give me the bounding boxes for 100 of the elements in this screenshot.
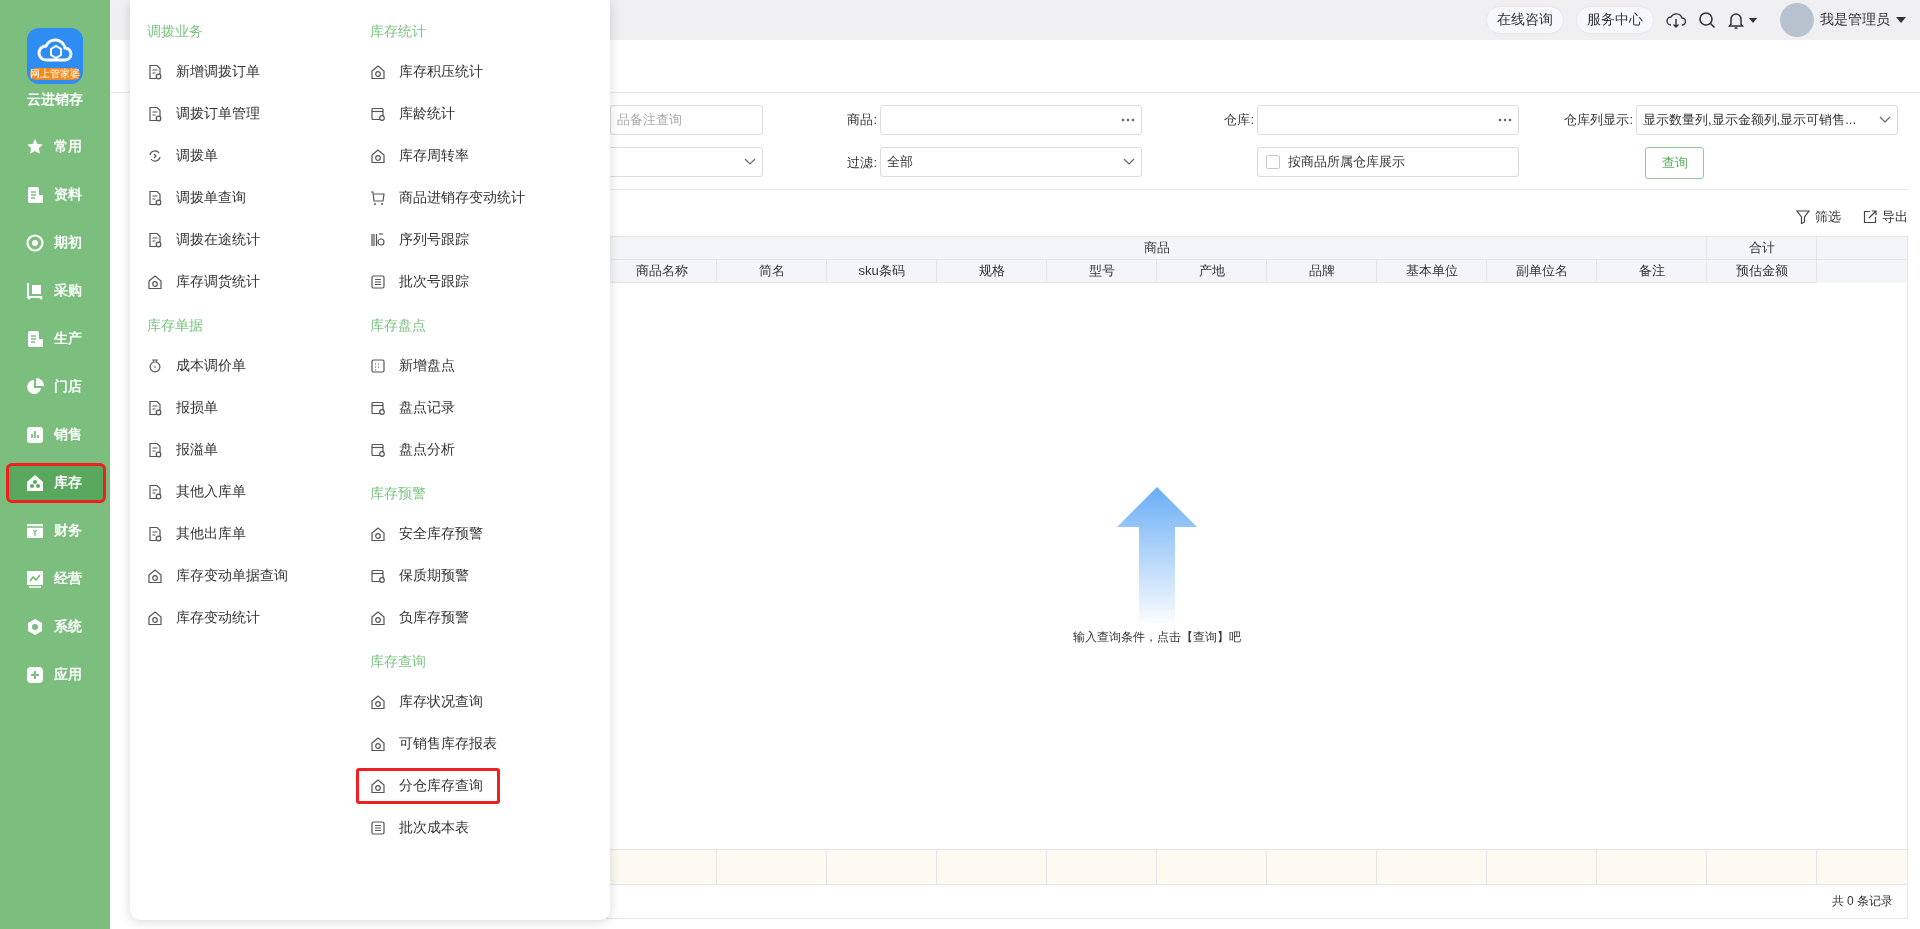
filter-button[interactable]: 筛选 — [1796, 208, 1841, 226]
share-icon — [1863, 210, 1877, 224]
calendar-icon — [370, 568, 386, 584]
menu-item[interactable]: 序列号跟踪 — [356, 222, 486, 258]
menu-item[interactable]: 库存调货统计 — [133, 264, 277, 300]
cycle-arrows-icon — [147, 148, 163, 164]
input-field[interactable] — [880, 105, 1142, 135]
menu-item[interactable]: 其他出库单 — [133, 516, 263, 552]
menu-item[interactable]: 盘点分析 — [356, 432, 472, 468]
menu-section-title: 调拨业务 — [147, 22, 204, 41]
field-label: 过滤: — [846, 154, 878, 172]
pie-chart-icon — [26, 378, 44, 396]
bell-icon[interactable] — [1728, 11, 1758, 29]
menu-item[interactable]: 安全库存预警 — [356, 516, 500, 552]
plus-icon — [26, 666, 44, 684]
house-icon — [147, 274, 163, 290]
list-icon — [370, 274, 386, 290]
barcode-icon — [370, 232, 386, 248]
menu-item[interactable]: 库存变动统计 — [133, 600, 277, 636]
menu-section-title: 库存预警 — [370, 484, 427, 503]
menu-item[interactable]: 报溢单 — [133, 432, 235, 468]
calendar-icon — [370, 106, 386, 122]
document-icon — [147, 232, 163, 248]
more-icon[interactable] — [1121, 118, 1135, 122]
field-label: 仓库列显示: — [1563, 111, 1634, 129]
column-header: 品牌 — [1267, 260, 1377, 283]
menu-item[interactable]: 库存状况查询 — [356, 684, 500, 720]
menu-item[interactable]: 负库存预警 — [356, 600, 486, 636]
column-header: 基本单位 — [1377, 260, 1487, 283]
column-header: 备注 — [1597, 260, 1707, 283]
menu-section-title: 库存单据 — [147, 316, 204, 335]
menu-item[interactable]: 调拨在途统计 — [133, 222, 277, 258]
disc-icon — [26, 234, 44, 252]
search-icon[interactable] — [1698, 11, 1716, 29]
menu-item[interactable]: 库存积压统计 — [356, 54, 500, 90]
empty-state-text: 输入查询条件，点击【查询】吧 — [1073, 628, 1241, 646]
menu-item[interactable]: 调拨单查询 — [133, 180, 263, 216]
column-group-header: 合计 — [1707, 237, 1817, 260]
column-header: 规格 — [937, 260, 1047, 283]
chevron-down-icon — [1879, 116, 1891, 124]
document-icon — [147, 64, 163, 80]
menu-section-title: 库存盘点 — [370, 316, 427, 335]
house-icon — [370, 694, 386, 710]
menu-item[interactable]: 其他入库单 — [133, 474, 263, 510]
menu-section-title: 库存统计 — [370, 22, 427, 41]
menu-section-title: 库存查询 — [370, 652, 427, 671]
cloud-download-icon[interactable] — [1666, 11, 1686, 29]
field-label: 商品: — [846, 111, 878, 129]
star-icon — [26, 138, 44, 156]
header-button[interactable]: 在线咨询 — [1486, 6, 1564, 34]
house-icon — [147, 568, 163, 584]
export-button[interactable]: 导出 — [1863, 208, 1908, 226]
column-header: 产地 — [1157, 260, 1267, 283]
select-field[interactable]: 显示数量列,显示金额列,显示可销售... — [1636, 105, 1898, 135]
header-button[interactable]: 服务中心 — [1576, 6, 1654, 34]
menu-item[interactable]: 新增盘点 — [356, 348, 472, 384]
record-count: 共 0 条记录 — [607, 884, 1907, 918]
menu-item[interactable]: 批次成本表 — [356, 810, 486, 846]
document-icon — [147, 484, 163, 500]
menu-item[interactable]: 库存变动单据查询 — [133, 558, 305, 594]
user-name[interactable]: 我是管理员 — [1820, 11, 1890, 29]
menu-item[interactable]: 调拨单 — [133, 138, 235, 174]
house-icon — [370, 778, 386, 794]
menu-item[interactable]: 库存周转率 — [356, 138, 486, 174]
document-icon — [147, 106, 163, 122]
document-icon — [26, 186, 44, 204]
menu-item[interactable]: 库龄统计 — [356, 96, 472, 132]
menu-item[interactable]: 盘点记录 — [356, 390, 472, 426]
document-icon — [147, 400, 163, 416]
menu-item[interactable]: 可销售库存报表 — [356, 726, 514, 762]
menu-item[interactable]: 调拨订单管理 — [133, 96, 277, 132]
document-icon — [147, 442, 163, 458]
menu-item[interactable]: 新增调拨订单 — [133, 54, 277, 90]
menu-item[interactable]: 成本调价单 — [133, 348, 263, 384]
menu-item[interactable]: 分仓库存查询 — [356, 768, 500, 804]
house-icon — [370, 148, 386, 164]
house-icon — [370, 736, 386, 752]
select-field[interactable]: 全部 — [880, 147, 1142, 177]
column-group-header: 商品 — [607, 237, 1707, 260]
document-icon — [26, 330, 44, 348]
bar-chart-icon — [26, 426, 44, 444]
list-icon — [370, 820, 386, 836]
logo-badge: 网上管家婆 — [30, 68, 80, 80]
hexagon-icon — [26, 618, 44, 636]
calendar-icon — [370, 442, 386, 458]
more-icon[interactable] — [1498, 118, 1512, 122]
house-icon — [26, 474, 44, 492]
menu-item[interactable]: 保质期预警 — [356, 558, 486, 594]
column-header: 预估金额 — [1707, 260, 1817, 283]
trend-chart-icon — [26, 570, 44, 588]
input-field[interactable] — [1257, 105, 1519, 135]
column-header: sku条码 — [827, 260, 937, 283]
house-icon — [370, 610, 386, 626]
checkbox[interactable] — [1266, 155, 1280, 169]
menu-item[interactable]: 商品进销存变动统计 — [356, 180, 542, 216]
menu-item[interactable]: 批次号跟踪 — [356, 264, 486, 300]
menu-item[interactable]: 报损单 — [133, 390, 235, 426]
column-header: 副单位名 — [1487, 260, 1597, 283]
app-name: 云进销存 — [27, 91, 83, 109]
caret-icon[interactable] — [1896, 17, 1906, 23]
